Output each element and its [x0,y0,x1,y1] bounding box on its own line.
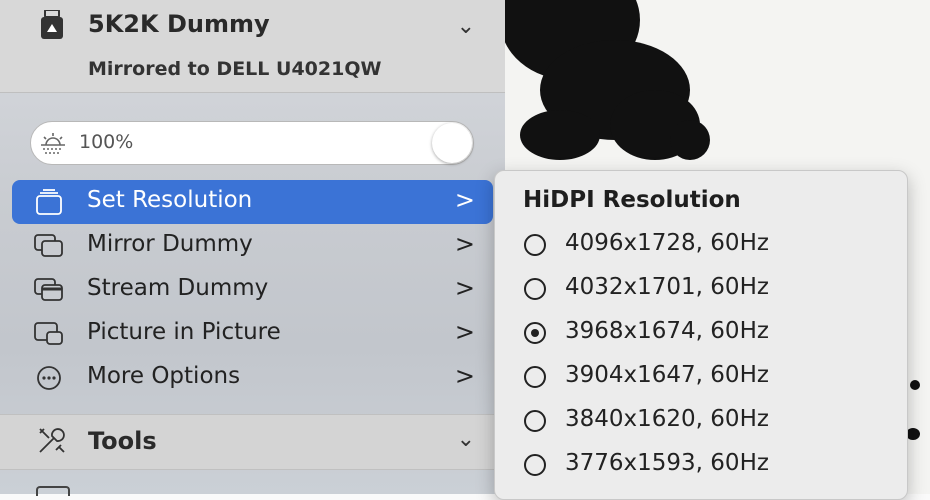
stream-icon [34,278,63,301]
chevron-right-icon: > [454,186,475,214]
resolution-option[interactable]: 4032x1701, 60Hz [523,273,883,307]
radio-button[interactable] [524,454,546,476]
menu-item-mirror-dummy[interactable]: Mirror Dummy > [12,224,493,268]
menu-item-label: Set Resolution [87,187,253,213]
resolution-label: 3968x1674, 60Hz [565,318,769,344]
sun-icon [41,133,65,154]
radio-button[interactable] [524,234,546,256]
resolution-option[interactable]: 3904x1647, 60Hz [523,361,883,395]
partial-row-icon [36,486,70,496]
device-title: 5K2K Dummy [88,10,270,38]
dummy-menu: 5K2K Dummy ⌄ Mirrored to DELL U4021QW 10… [0,0,505,496]
radio-button[interactable] [524,278,546,300]
menu-item-label: Picture in Picture [87,319,281,345]
resolution-option[interactable]: 3968x1674, 60Hz [523,317,883,351]
tools-title: Tools [88,427,157,455]
resolution-label: 3904x1647, 60Hz [565,362,769,388]
device-header[interactable]: 5K2K Dummy ⌄ Mirrored to DELL U4021QW [0,0,505,93]
chevron-right-icon: > [454,274,475,302]
resolution-submenu: HiDPI Resolution 4096x1728, 60Hz 4032x17… [494,170,908,500]
resolution-label: 4096x1728, 60Hz [565,230,769,256]
device-subtitle: Mirrored to DELL U4021QW [88,58,382,80]
chevron-right-icon: > [454,362,475,390]
tools-header[interactable]: Tools ⌄ [0,414,505,470]
resolution-icon [36,189,62,215]
chevron-down-icon[interactable]: ⌄ [457,14,475,39]
radio-button[interactable] [524,410,546,432]
menu-item-more-options[interactable]: More Options > [12,356,493,400]
resolution-option[interactable]: 4096x1728, 60Hz [523,229,883,263]
tools-icon [39,428,65,453]
submenu-title: HiDPI Resolution [523,187,741,213]
slider-knob[interactable] [432,123,472,163]
chevron-right-icon: > [454,230,475,258]
resolution-label: 3776x1593, 60Hz [565,450,769,476]
menu-item-label: Stream Dummy [87,275,269,301]
brightness-slider[interactable]: 100% [30,121,474,165]
menu-item-label: More Options [87,363,241,389]
menu-item-set-resolution[interactable]: Set Resolution > [12,180,493,224]
chevron-right-icon: > [454,318,475,346]
radio-button[interactable] [524,366,546,388]
resolution-option[interactable]: 3776x1593, 60Hz [523,449,883,483]
resolution-label: 4032x1701, 60Hz [565,274,769,300]
menu-item-label: Mirror Dummy [87,231,253,257]
pip-icon [34,322,63,345]
radio-button-selected[interactable] [524,322,546,344]
resolution-label: 3840x1620, 60Hz [565,406,769,432]
menu-item-picture-in-picture[interactable]: Picture in Picture > [12,312,493,356]
ellipsis-icon [37,366,61,390]
resolution-option[interactable]: 3840x1620, 60Hz [523,405,883,439]
chevron-down-icon[interactable]: ⌄ [457,427,475,452]
brightness-value: 100% [79,131,134,153]
display-dummy-icon [41,10,63,39]
mirror-icon [34,234,63,257]
menu-item-stream-dummy[interactable]: Stream Dummy > [12,268,493,312]
